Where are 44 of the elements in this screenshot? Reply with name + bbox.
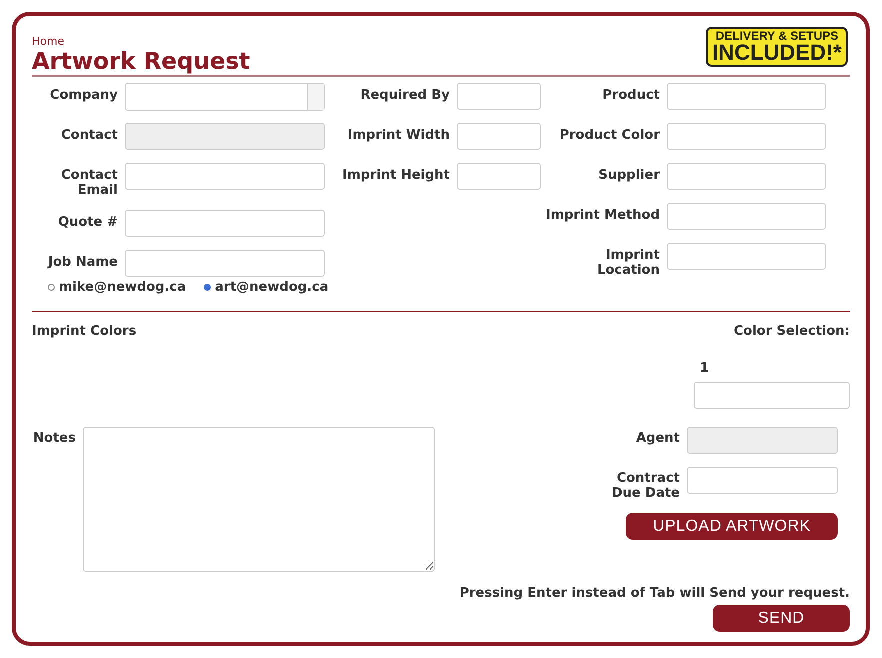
field-label: Contact (60, 127, 118, 143)
field-label: Quote # (57, 214, 118, 230)
input-field[interactable] (694, 382, 850, 409)
input-field[interactable] (457, 123, 541, 150)
recipient-radio[interactable]: art@newdog.ca (204, 280, 329, 295)
page-title: Artwork Request (32, 49, 250, 75)
input-field[interactable] (667, 243, 826, 270)
notes-field[interactable] (83, 427, 435, 572)
input-field[interactable] (667, 203, 826, 230)
field-label: Imprint Location (596, 247, 660, 278)
promo-badge: DELIVERY & SETUPS INCLUDED!* (706, 27, 848, 67)
field-label: Contact Email (60, 167, 118, 198)
field-label: Job Name (46, 254, 118, 270)
breadcrumb-link[interactable]: Home (32, 35, 64, 48)
hint-text: Pressing Enter instead of Tab will Send your request. (460, 586, 850, 601)
field-label: Notes (32, 430, 76, 448)
input-field[interactable] (125, 123, 325, 150)
field-label: Imprint Height (342, 167, 450, 183)
slot-number: 1 (699, 361, 710, 376)
field-label: Imprint Width (346, 127, 450, 143)
input-field[interactable] (687, 427, 838, 454)
input-field[interactable] (457, 163, 541, 190)
field-label: Product (602, 87, 660, 103)
input-field[interactable] (687, 467, 838, 494)
field-label: Supplier (598, 167, 660, 183)
recipient-radio[interactable]: mike@newdog.ca (48, 280, 186, 295)
section-label: Imprint Colors (32, 324, 137, 341)
upload-button[interactable]: UPLOAD ARTWORK (626, 513, 838, 540)
input-field[interactable] (457, 83, 541, 110)
field-label: Imprint Method (544, 207, 660, 223)
field-label: Color Selection: (734, 324, 850, 339)
field-label: Product Color (558, 127, 660, 143)
input-field[interactable] (667, 163, 826, 190)
field-label: Contract Due Date (611, 470, 680, 501)
input-field[interactable] (125, 250, 325, 277)
field-label: Company (49, 87, 118, 103)
send-button[interactable]: SEND (713, 605, 850, 632)
input-field[interactable] (125, 210, 325, 237)
input-field[interactable] (667, 123, 826, 150)
input-field[interactable] (667, 83, 826, 110)
input-field[interactable] (125, 163, 325, 190)
company-select[interactable] (125, 83, 325, 111)
field-label: Agent (635, 430, 680, 446)
field-label: Required By (360, 87, 450, 103)
